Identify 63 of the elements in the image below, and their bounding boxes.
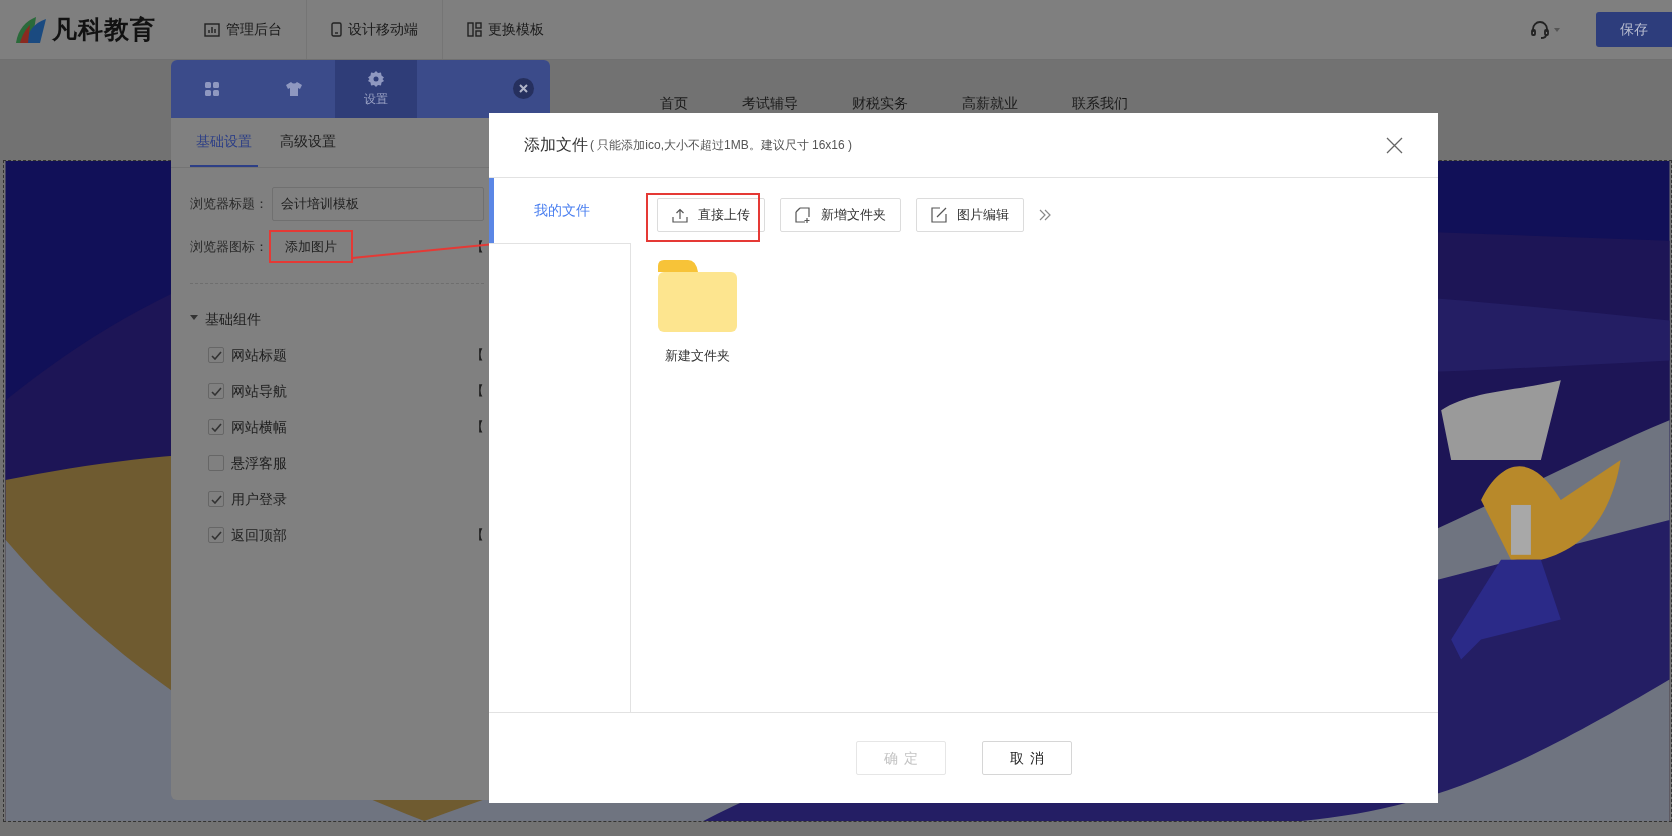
check-icon (210, 530, 222, 540)
chart-icon (204, 22, 220, 37)
menu-item[interactable]: 设计移动端 (307, 0, 443, 59)
check-icon (210, 494, 222, 504)
note-mark: 【 (471, 382, 484, 401)
checkbox-label: 悬浮客服 (231, 453, 287, 473)
checkbox-label: 网站标题 (231, 345, 287, 365)
close-button[interactable] (513, 78, 534, 99)
checkbox[interactable] (208, 491, 224, 507)
toolbar-button[interactable]: 新增文件夹 (780, 198, 901, 232)
sidebar-item[interactable]: 我的文件 (489, 178, 631, 243)
close-icon[interactable] (1386, 136, 1403, 154)
folder-plus-icon (795, 207, 811, 223)
nav-link[interactable]: 高薪就业 (962, 93, 1018, 114)
gear-icon (368, 70, 384, 87)
check-icon (210, 386, 222, 396)
menu-item[interactable]: 更换模板 (443, 0, 568, 59)
checkbox-label: 用户登录 (231, 489, 287, 509)
checkbox-label: 网站导航 (231, 381, 287, 401)
nav-link[interactable]: 联系我们 (1072, 93, 1128, 114)
title-input-field[interactable]: 会计培训模板 (272, 187, 484, 221)
checkbox-label: 返回顶部 (231, 525, 287, 545)
note-mark: 【 (471, 526, 484, 545)
toolbar-button[interactable]: 图片编辑 (916, 198, 1024, 232)
checkbox-label: 网站横幅 (231, 417, 287, 437)
shirt-icon (286, 82, 302, 96)
check-icon (210, 422, 222, 432)
panel-tab[interactable]: 设置 (335, 60, 417, 118)
grid-icon (205, 82, 219, 96)
nav-link[interactable]: 考试辅导 (742, 93, 798, 114)
double-chevron-icon[interactable] (1039, 209, 1051, 221)
add-image-button[interactable]: 添加图片 (269, 230, 353, 263)
sub-tab[interactable]: 基础设置 (190, 118, 258, 167)
check-icon (210, 350, 222, 360)
folder-name: 新建文件夹 (664, 347, 730, 365)
edit-icon (931, 207, 947, 223)
close-icon (519, 84, 528, 93)
toolbar-button[interactable]: 直接上传 (657, 198, 765, 232)
dialog-hint: ( 只能添加ico,大小不超过1MB。建议尺寸 16x16 ) (590, 137, 853, 154)
dialog-button[interactable]: 取消 (981, 741, 1072, 775)
checkbox[interactable] (208, 347, 224, 363)
note-mark: 【 (471, 418, 484, 437)
dialog-title: 添加文件 (524, 135, 588, 155)
save-button[interactable]: 保存 (1596, 12, 1672, 47)
caret-icon[interactable] (1554, 27, 1560, 32)
menu-item[interactable]: 管理后台 (180, 0, 307, 59)
sub-tab[interactable]: 高级设置 (274, 118, 342, 167)
upload-icon (672, 207, 688, 223)
nav-link[interactable]: 首页 (660, 93, 688, 114)
headset-icon[interactable] (1530, 19, 1550, 40)
note-mark: 【 (471, 346, 484, 365)
checkbox[interactable] (208, 527, 224, 543)
checkbox[interactable] (208, 455, 224, 471)
checkbox[interactable] (208, 383, 224, 399)
logo-text: 凡科教育 (52, 13, 156, 45)
phone-icon (331, 22, 342, 37)
layout-icon (467, 22, 482, 37)
nav-link[interactable]: 财税实务 (852, 93, 908, 114)
group-header[interactable]: 基础组件 (190, 308, 484, 330)
field-label: 浏览器标题： (190, 195, 269, 214)
checkbox[interactable] (208, 419, 224, 435)
logo-icon (14, 14, 48, 45)
field-label: 浏览器图标： (190, 237, 269, 256)
